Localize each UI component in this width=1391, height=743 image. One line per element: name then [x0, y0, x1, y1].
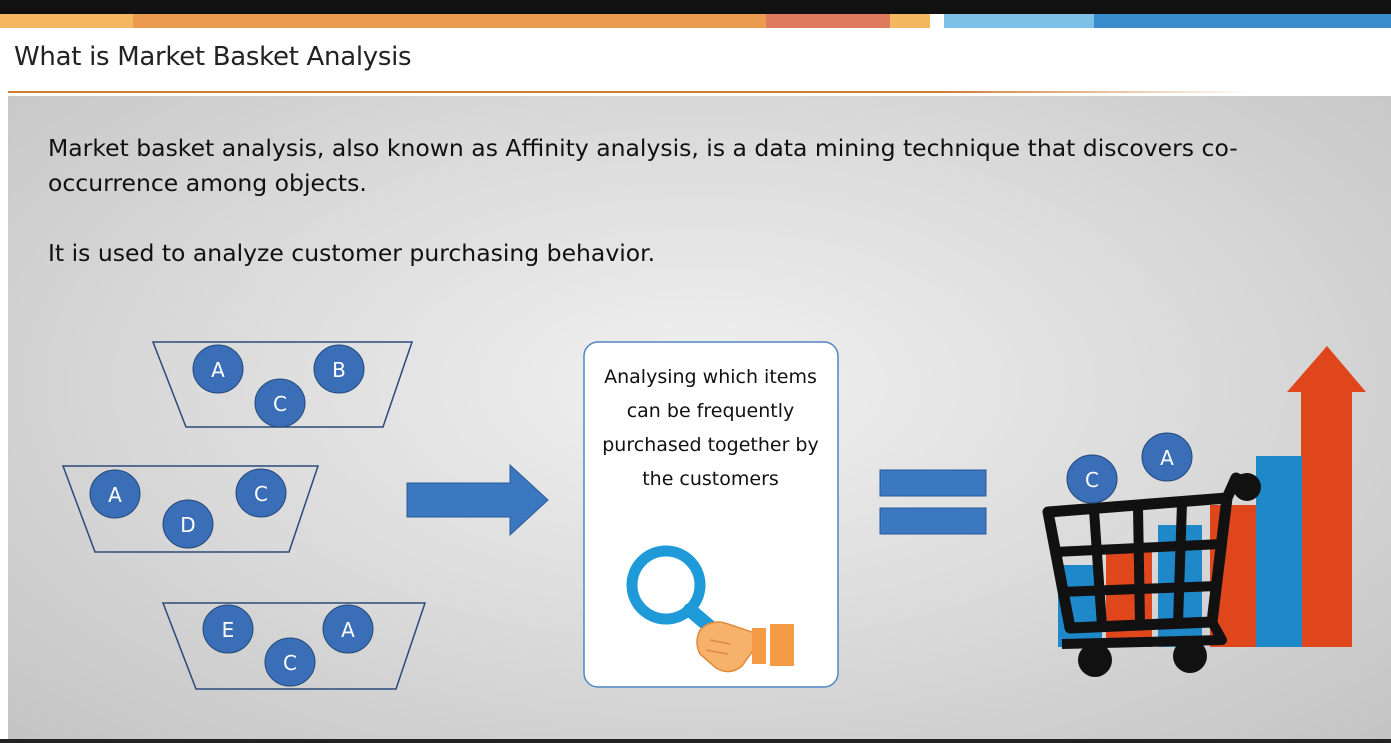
- cart-item: C: [1066, 454, 1118, 504]
- svg-text:C: C: [273, 392, 287, 416]
- basket-item: D: [162, 499, 214, 549]
- bottom-bar: [0, 739, 1391, 743]
- basket-3: E A C: [161, 602, 427, 690]
- svg-text:C: C: [1085, 468, 1099, 492]
- basket-item: A: [192, 344, 244, 394]
- cart-item: A: [1141, 432, 1193, 482]
- equals-sign-icon: [879, 469, 987, 535]
- basket-item: A: [89, 469, 141, 519]
- basket-item: C: [235, 468, 287, 518]
- basket-item: C: [254, 378, 306, 428]
- svg-text:B: B: [332, 358, 346, 382]
- svg-text:C: C: [283, 651, 297, 675]
- basket-item: A: [322, 604, 374, 654]
- analysis-box-text: Analysing which items can be frequently …: [602, 366, 819, 490]
- basket-1: A B C: [151, 341, 414, 428]
- basket-item: E: [202, 604, 254, 654]
- svg-text:A: A: [211, 358, 225, 382]
- svg-text:A: A: [1160, 446, 1174, 470]
- svg-text:D: D: [180, 513, 195, 537]
- basket-item: C: [264, 637, 316, 687]
- right-arrow-icon: [406, 463, 549, 537]
- basket-item: B: [313, 344, 365, 394]
- basket-2: A D C: [61, 465, 320, 553]
- svg-text:A: A: [108, 483, 122, 507]
- svg-text:C: C: [254, 482, 268, 506]
- svg-text:E: E: [222, 618, 235, 642]
- svg-text:A: A: [341, 618, 355, 642]
